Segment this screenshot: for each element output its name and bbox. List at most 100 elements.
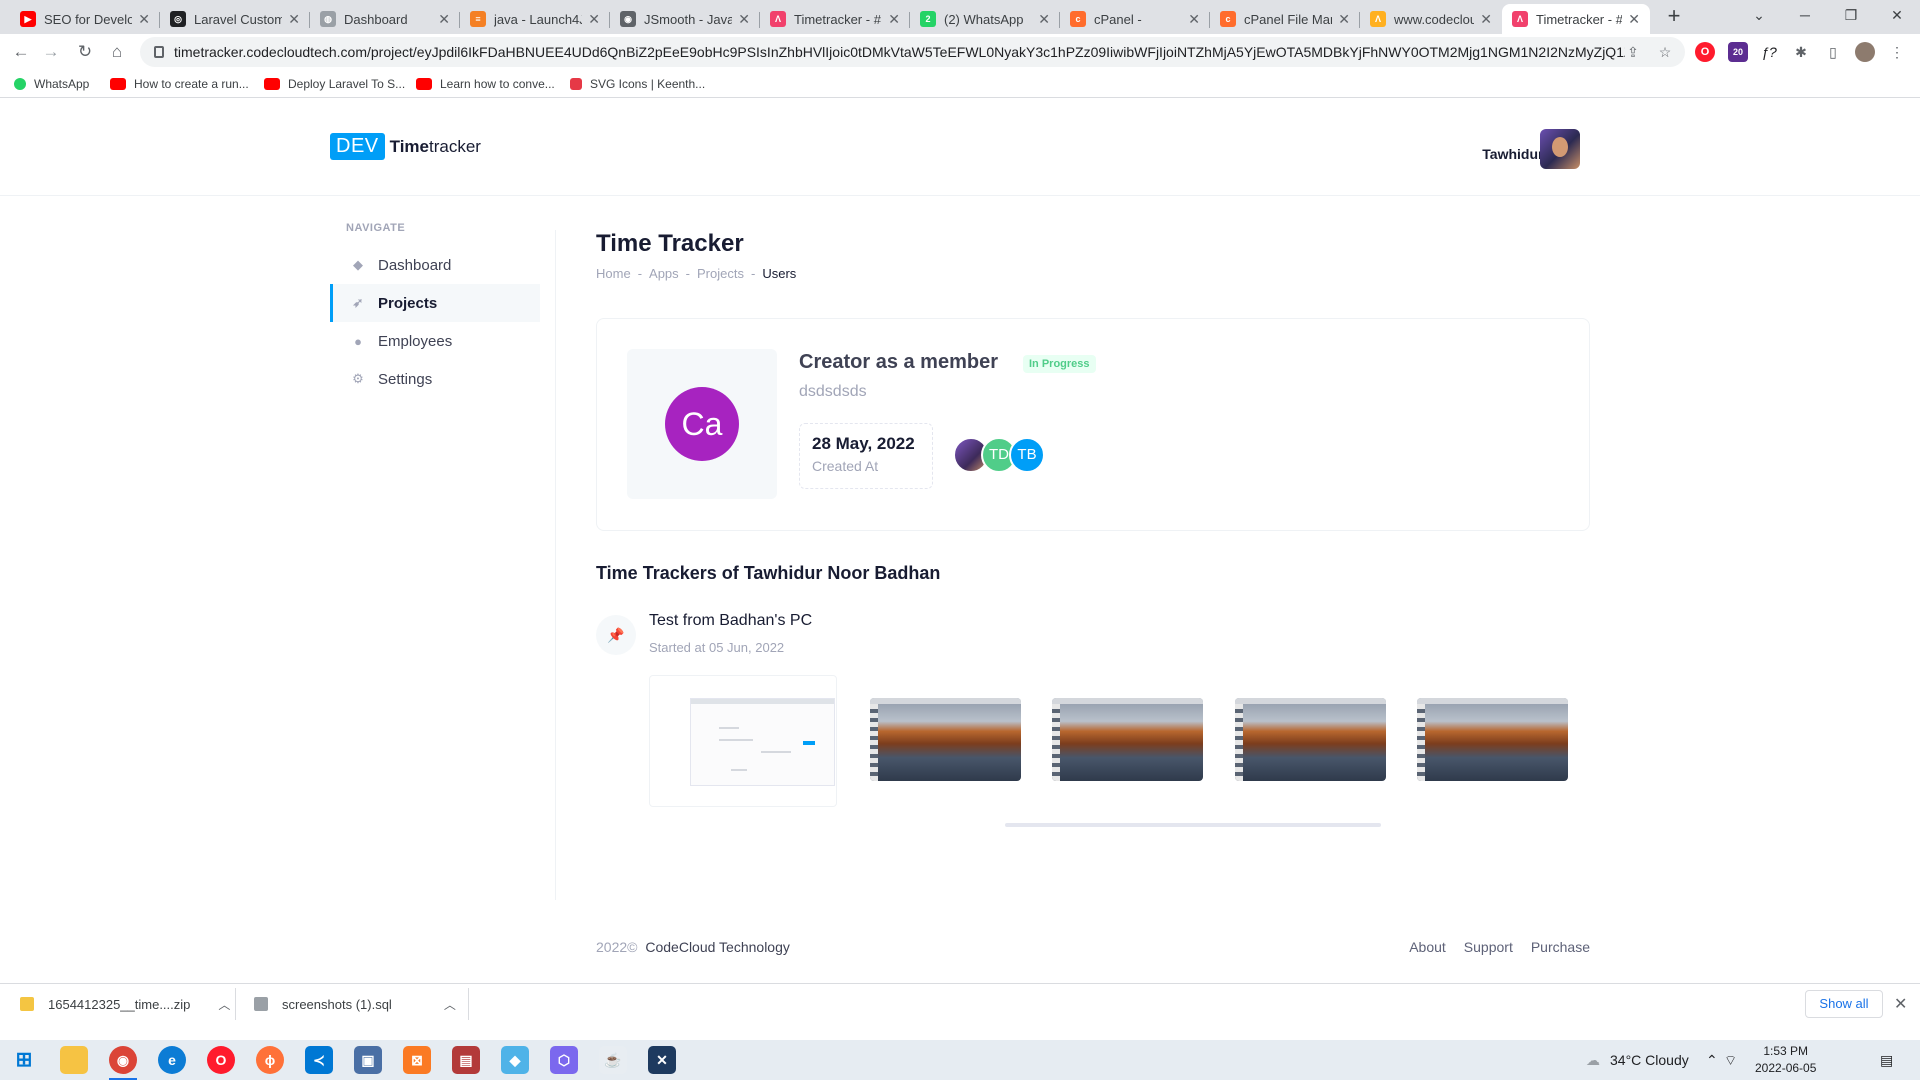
reload-button[interactable]: ↻ <box>73 40 97 64</box>
browser-tab[interactable]: c cPanel - ✕ <box>1060 4 1210 34</box>
opera-icon[interactable]: O <box>207 1046 235 1074</box>
bookmark-youtube[interactable]: Learn how to conve... <box>416 75 555 93</box>
close-downloads-icon[interactable]: ✕ <box>1894 994 1907 1014</box>
avatar[interactable]: TB <box>1009 437 1045 473</box>
java-icon[interactable]: ☕ <box>599 1046 627 1074</box>
share-icon[interactable]: ⇪ <box>1623 42 1643 62</box>
close-tab-icon[interactable]: ✕ <box>1038 11 1050 28</box>
footer-company[interactable]: CodeCloud Technology <box>645 939 790 955</box>
page-footer: 2022© CodeCloud Technology About Support… <box>596 939 1590 955</box>
vscode-icon[interactable]: ≺ <box>305 1046 333 1074</box>
chevron-up-icon[interactable]: ︿ <box>444 996 456 1013</box>
new-tab-button[interactable]: + <box>1662 4 1686 30</box>
chevron-up-icon[interactable]: ︿ <box>218 996 230 1013</box>
project-name[interactable]: Creator as a member <box>799 351 998 374</box>
close-tab-icon[interactable]: ✕ <box>288 11 300 28</box>
bookmark-keenthemes[interactable]: SVG Icons | Keenth... <box>570 75 705 93</box>
cpanel-icon: c <box>1070 11 1086 27</box>
project-card: Ca Creator as a member In Progress dsdsd… <box>596 318 1590 531</box>
download-item[interactable]: 1654412325__time....zip ︿ <box>20 984 230 1024</box>
bookmark-whatsapp[interactable]: WhatsApp <box>14 75 89 93</box>
browser-tab[interactable]: ◍ Dashboard ✕ <box>310 4 460 34</box>
file-explorer-icon[interactable] <box>60 1046 88 1074</box>
gallery-scrollbar[interactable] <box>1005 823 1381 827</box>
sidebar-item-dashboard[interactable]: ◆ Dashboard <box>330 246 540 284</box>
footer-link-about[interactable]: About <box>1409 939 1446 955</box>
timetracker-icon: Λ <box>1512 11 1528 27</box>
close-window-button[interactable]: ✕ <box>1874 0 1920 30</box>
user-avatar[interactable] <box>1540 129 1580 169</box>
show-all-button[interactable]: Show all <box>1805 990 1883 1018</box>
app-icon[interactable]: ⬡ <box>550 1046 578 1074</box>
close-tab-icon[interactable]: ✕ <box>1480 11 1492 28</box>
bookmarks-bar: WhatsApp How to create a run... Deploy L… <box>0 70 1920 98</box>
address-bar[interactable]: timetracker.codecloudtech.com/project/ey… <box>140 37 1685 67</box>
close-tab-icon[interactable]: ✕ <box>738 11 750 28</box>
tray-chevron-icon[interactable]: ⌃ <box>1706 1040 1718 1080</box>
bookmark-youtube[interactable]: Deploy Laravel To S... <box>264 75 405 93</box>
close-tab-icon[interactable]: ✕ <box>138 11 150 28</box>
browser-tab-active[interactable]: Λ Timetracker - # ✕ <box>1502 4 1650 34</box>
notifications-icon[interactable]: ▤ <box>1880 1040 1893 1080</box>
breadcrumb-apps[interactable]: Apps <box>649 266 679 281</box>
profile-avatar-icon[interactable] <box>1855 42 1875 62</box>
tab-search-icon[interactable]: ⌄ <box>1736 0 1782 30</box>
footer-year: 2022© <box>596 939 638 955</box>
back-button[interactable]: ← <box>9 40 33 64</box>
minimize-button[interactable]: ─ <box>1782 0 1828 30</box>
close-tab-icon[interactable]: ✕ <box>888 11 900 28</box>
app-icon[interactable]: ▤ <box>452 1046 480 1074</box>
browser-tab[interactable]: ◎ Laravel Custom ✕ <box>160 4 310 34</box>
close-tab-icon[interactable]: ✕ <box>1338 11 1350 28</box>
close-tab-icon[interactable]: ✕ <box>1628 11 1640 28</box>
bookmark-star-icon[interactable]: ☆ <box>1655 42 1675 62</box>
side-panel-icon[interactable]: ▯ <box>1823 42 1843 62</box>
sidebar-item-settings[interactable]: ⚙ Settings <box>330 360 540 398</box>
weather-text[interactable]: 34°C Cloudy <box>1610 1040 1689 1080</box>
download-item[interactable]: screenshots (1).sql ︿ <box>254 984 456 1024</box>
home-button[interactable]: ⌂ <box>105 40 129 64</box>
breadcrumb-home[interactable]: Home <box>596 266 631 281</box>
function-extension-icon[interactable]: ƒ? <box>1759 42 1779 62</box>
app-icon[interactable]: ◆ <box>501 1046 529 1074</box>
browser-tab[interactable]: c cPanel File Man ✕ <box>1210 4 1360 34</box>
screenshot-thumbnail[interactable] <box>1417 698 1568 781</box>
windows-start-icon[interactable]: ⊞ <box>10 1046 38 1074</box>
close-tab-icon[interactable]: ✕ <box>438 11 450 28</box>
restore-button[interactable]: ❐ <box>1828 0 1874 30</box>
browser-tab[interactable]: ◉ JSmooth - Java ✕ <box>610 4 760 34</box>
close-tab-icon[interactable]: ✕ <box>1188 11 1200 28</box>
forward-button[interactable]: → <box>39 40 63 64</box>
screenshot-thumbnail[interactable] <box>1052 698 1203 781</box>
opera-extension-icon[interactable]: O <box>1695 42 1715 62</box>
footer-link-purchase[interactable]: Purchase <box>1531 939 1590 955</box>
browser-tab[interactable]: Λ Timetracker - # ✕ <box>760 4 910 34</box>
lock-icon <box>154 46 164 58</box>
bookmark-youtube[interactable]: How to create a run... <box>110 75 249 93</box>
edge-icon[interactable]: e <box>158 1046 186 1074</box>
chrome-icon[interactable]: ◉ <box>109 1046 137 1080</box>
xampp-icon[interactable]: ⊠ <box>403 1046 431 1074</box>
browser-tab[interactable]: ≡ java - Launch4J ✕ <box>460 4 610 34</box>
sidebar-item-projects[interactable]: ➶ Projects <box>330 284 540 322</box>
firefox-icon[interactable]: ɸ <box>256 1046 284 1074</box>
browser-tab[interactable]: ▶ SEO for Develop ✕ <box>10 4 160 34</box>
browser-tab[interactable]: 2 (2) WhatsApp ✕ <box>910 4 1060 34</box>
sql-file-icon <box>254 997 268 1011</box>
app-icon[interactable]: ✕ <box>648 1046 676 1074</box>
sidebar-item-employees[interactable]: ● Employees <box>330 322 540 360</box>
footer-link-support[interactable]: Support <box>1464 939 1513 955</box>
graduation-extension-icon[interactable]: 20 <box>1728 42 1748 62</box>
app-logo[interactable]: DEV Timetracker <box>330 133 481 160</box>
close-tab-icon[interactable]: ✕ <box>588 11 600 28</box>
breadcrumb-projects[interactable]: Projects <box>697 266 744 281</box>
network-icon[interactable]: ⌔ <box>1724 1040 1737 1080</box>
screenshot-thumbnail[interactable] <box>1235 698 1386 781</box>
screenshot-thumbnail[interactable] <box>870 698 1021 781</box>
browser-tab[interactable]: Λwww.codecloud✕ <box>1360 4 1502 34</box>
system-clock[interactable]: 1:53 PM 2022-06-05 <box>1755 1043 1816 1077</box>
menu-kebab-icon[interactable]: ⋮ <box>1887 42 1907 62</box>
virtualbox-icon[interactable]: ▣ <box>354 1046 382 1074</box>
extensions-puzzle-icon[interactable]: ✱ <box>1791 42 1811 62</box>
screenshot-thumbnail[interactable] <box>649 675 837 807</box>
